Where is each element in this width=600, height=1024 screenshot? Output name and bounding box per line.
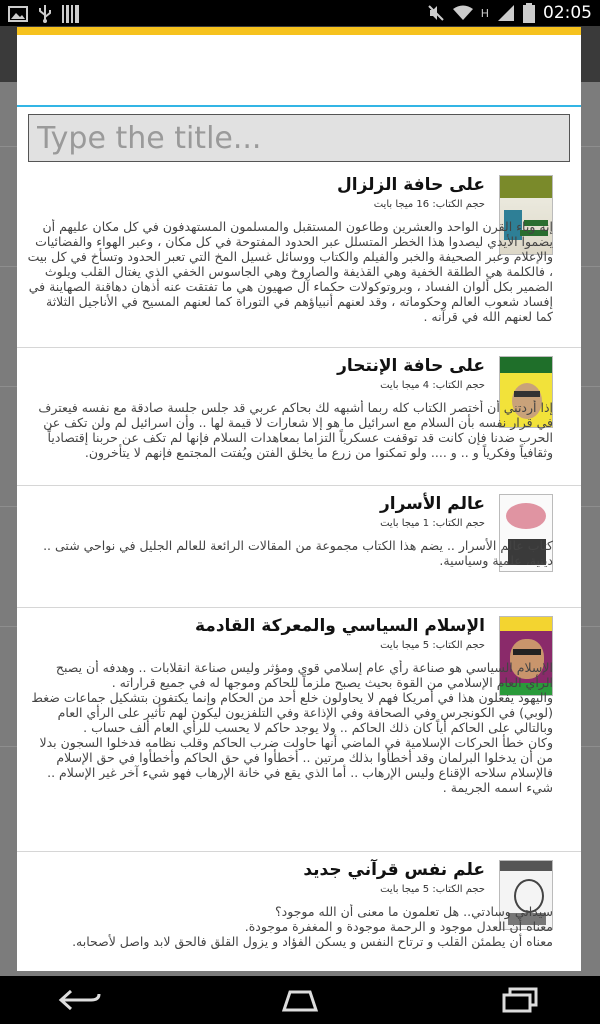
book-size: حجم الكتاب: 5 ميجا بايت [380,640,485,651]
book-description: إنه وباء القرن الواحد والعشرين وطاعون ال… [27,219,553,324]
book-size: حجم الكتاب: 1 ميجا بايت [380,518,485,529]
book-title: الإسلام السياسي والمعركة القادمة [194,616,485,636]
system-icons: H 02:05 [427,3,592,23]
book-description: كتاب عالم الأسرار .. يضم هذا الكتاب مجمو… [43,538,553,568]
image-notification-icon [8,6,28,22]
book-item[interactable]: على حافة الزلزال حجم الكتاب: 16 ميجا باي… [17,167,581,348]
signal-icon [498,5,514,21]
clock: 02:05 [543,3,592,23]
book-description: الإسلام السياسي هو صناعة رأي عام إسلامي … [31,660,553,795]
book-dialog: على حافة الزلزال حجم الكتاب: 16 ميجا باي… [17,27,581,971]
book-size: حجم الكتاب: 4 ميجا بايت [380,380,485,391]
book-description: سيداتي وسادتي.. هل تعلمون ما معنى أن الل… [72,904,553,949]
book-size: حجم الكتاب: 5 ميجا بايت [380,884,485,895]
wifi-icon [452,5,473,20]
book-title: عالم الأسرار [379,494,485,514]
book-title: على حافة الزلزال [337,175,485,195]
book-item[interactable]: عالم الأسرار حجم الكتاب: 1 ميجا بايت كتا… [17,486,581,608]
mute-icon [428,5,444,21]
dialog-header [17,35,581,107]
home-icon [281,990,319,1012]
navigation-bar [0,976,600,1024]
notification-icons [8,4,80,24]
book-list: على حافة الزلزال حجم الكتاب: 16 ميجا باي… [17,167,581,971]
book-size: حجم الكتاب: 16 ميجا بايت [373,199,485,210]
back-button[interactable] [50,984,110,1016]
book-title: على حافة الإنتحار [337,356,485,376]
recents-icon [502,987,538,1013]
network-type-label: H [480,6,489,20]
book-item[interactable]: على حافة الإنتحار حجم الكتاب: 4 ميجا باي… [17,348,581,486]
usb-icon [39,5,51,23]
book-item[interactable]: الإسلام السياسي والمعركة القادمة حجم الك… [17,608,581,852]
book-item[interactable]: علم نفس قرآني جديد حجم الكتاب: 5 ميجا با… [17,852,581,971]
title-input[interactable] [28,114,570,162]
dialog-accent-bar [17,27,581,35]
battery-icon [523,3,535,23]
barcode-icon [62,5,79,23]
book-title: علم نفس قرآني جديد [303,860,485,880]
book-description: إذا أردتني أن أختصر الكتاب كله ربما أشبه… [38,400,553,460]
status-bar: H 02:05 [0,0,600,26]
home-button[interactable] [270,984,330,1016]
back-icon [58,989,101,1011]
recents-button[interactable] [490,984,550,1016]
